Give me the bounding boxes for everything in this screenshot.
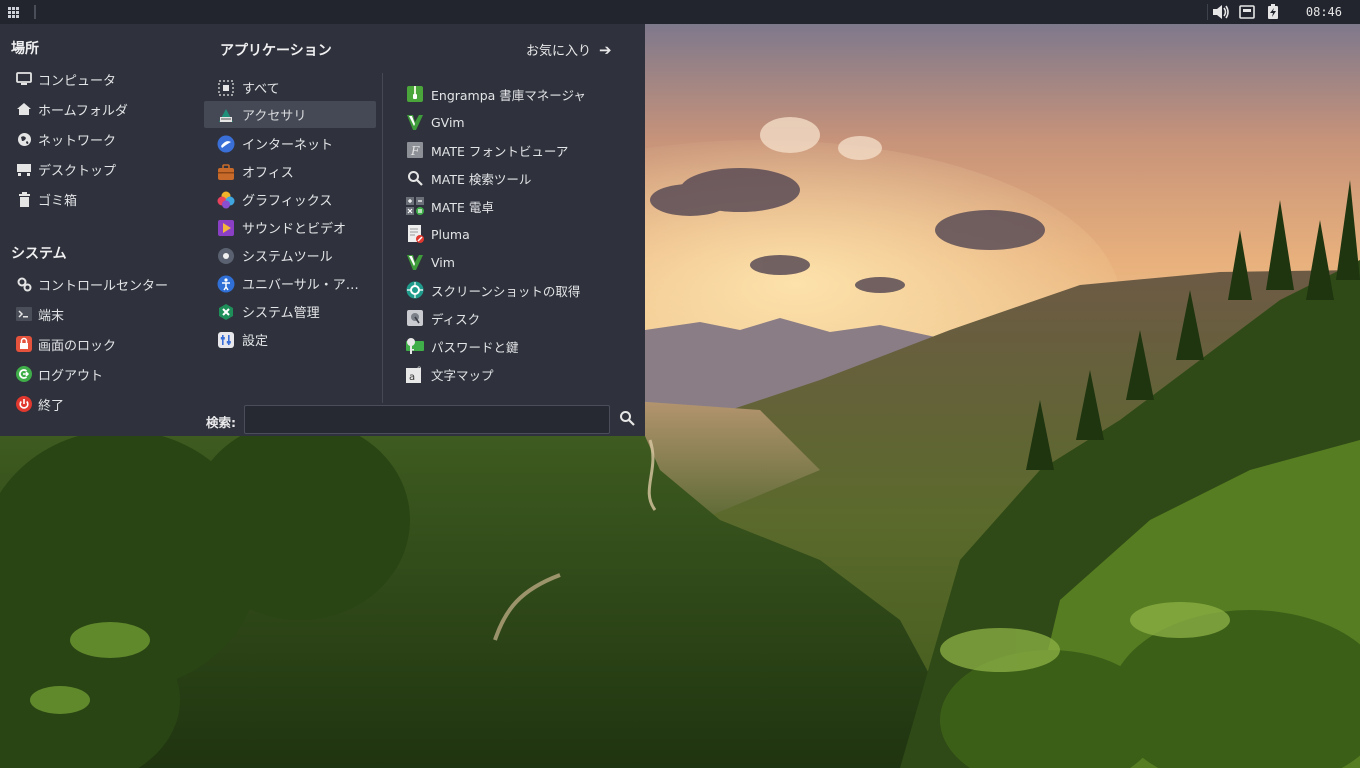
disks-icon xyxy=(406,309,424,327)
network-wired-icon[interactable] xyxy=(1234,0,1260,24)
universal-access-icon xyxy=(217,275,235,293)
arrow-right-icon: ➔ xyxy=(599,40,612,59)
panel-separator xyxy=(34,5,36,19)
place-home[interactable]: ホームフォルダ xyxy=(16,97,128,121)
battery-charging-icon[interactable] xyxy=(1260,0,1286,24)
application-menu: 場所 コンピュータ ホームフォルダ ネットワーク デスクトップ ゴミ箱 システム xyxy=(0,24,645,436)
app-search-tool[interactable]: MATE 検索ツール xyxy=(406,165,531,191)
top-panel: 08:46 xyxy=(0,0,1360,24)
search-label: 検索: xyxy=(206,415,236,430)
app-vim[interactable]: Vim xyxy=(406,249,455,275)
category-office[interactable]: オフィス xyxy=(204,158,376,185)
gvim-icon xyxy=(406,113,424,131)
category-all[interactable]: すべて xyxy=(204,74,376,101)
place-computer[interactable]: コンピュータ xyxy=(16,67,116,91)
text-editor-icon xyxy=(406,225,424,243)
favorites-link[interactable]: お気に入り ➔ xyxy=(526,40,612,60)
system-shutdown[interactable]: 終了 xyxy=(16,392,64,416)
place-desktop[interactable]: デスクトップ xyxy=(16,157,116,181)
system-logout[interactable]: ログアウト xyxy=(16,362,103,386)
category-internet[interactable]: インターネット xyxy=(204,130,376,157)
character-map-icon: aß xyxy=(406,365,424,383)
places-title: 場所 xyxy=(11,41,39,57)
trash-icon xyxy=(16,191,32,207)
office-icon xyxy=(217,163,235,181)
place-network[interactable]: ネットワーク xyxy=(16,127,116,151)
category-system-tools[interactable]: システムツール xyxy=(204,242,376,269)
sound-video-icon xyxy=(217,219,235,237)
svg-text:ß: ß xyxy=(417,366,422,374)
app-menu-button[interactable] xyxy=(0,0,26,24)
app-disks[interactable]: ディスク xyxy=(406,305,480,331)
category-preferences[interactable]: 設定 xyxy=(204,326,376,353)
category-accessories[interactable]: アクセサリ xyxy=(204,101,376,128)
app-engrampa[interactable]: Engrampa 書庫マネージャ xyxy=(406,81,586,107)
favorites-label: お気に入り xyxy=(526,44,592,59)
search-icon xyxy=(619,410,635,430)
menu-divider xyxy=(382,73,383,403)
logout-icon xyxy=(16,366,32,382)
category-graphics[interactable]: グラフィックス xyxy=(204,186,376,213)
app-pluma[interactable]: Pluma xyxy=(406,221,470,247)
desktop-icon xyxy=(16,161,32,177)
search-button[interactable] xyxy=(616,409,638,431)
accessories-icon xyxy=(217,106,235,124)
app-font-viewer[interactable]: F MATE フォントビューア xyxy=(406,137,568,163)
system-terminal[interactable]: 端末 xyxy=(16,302,64,326)
preferences-icon xyxy=(217,331,235,349)
control-center-icon xyxy=(16,276,32,292)
app-character-map[interactable]: aß 文字マップ xyxy=(406,361,494,387)
lock-icon xyxy=(16,336,32,352)
administration-icon xyxy=(217,303,235,321)
network-icon xyxy=(16,131,32,147)
archive-manager-icon xyxy=(406,85,424,103)
home-icon xyxy=(16,101,32,117)
svg-text:F: F xyxy=(410,144,420,158)
place-trash[interactable]: ゴミ箱 xyxy=(16,187,77,211)
system-title: システム xyxy=(11,246,67,262)
svg-text:a: a xyxy=(409,372,415,383)
system-tools-icon xyxy=(217,247,235,265)
grid-menu-icon xyxy=(7,6,19,18)
calculator-icon xyxy=(406,197,424,215)
category-universal-access[interactable]: ユニバーサル・ア… xyxy=(204,270,376,297)
app-screenshot[interactable]: スクリーンショットの取得 xyxy=(406,277,580,303)
terminal-icon xyxy=(16,306,32,322)
computer-icon xyxy=(16,71,32,87)
passwords-keys-icon xyxy=(406,337,424,355)
power-icon xyxy=(16,396,32,412)
volume-icon[interactable] xyxy=(1208,0,1234,24)
system-tray: 08:46 xyxy=(1206,0,1360,24)
app-gvim[interactable]: GVim xyxy=(406,109,465,135)
all-apps-icon xyxy=(217,79,235,97)
panel-clock[interactable]: 08:46 xyxy=(1286,5,1360,19)
internet-icon xyxy=(217,135,235,153)
category-sound-video[interactable]: サウンドとビデオ xyxy=(204,214,376,241)
font-viewer-icon: F xyxy=(406,141,424,159)
app-passwords-keys[interactable]: パスワードと鍵 xyxy=(406,333,519,359)
search-input[interactable] xyxy=(244,405,610,434)
system-control-center[interactable]: コントロールセンター xyxy=(16,272,168,296)
search-tool-icon xyxy=(406,169,424,187)
app-calculator[interactable]: MATE 電卓 xyxy=(406,193,494,219)
graphics-icon xyxy=(217,191,235,209)
screenshot-icon xyxy=(406,281,424,299)
system-lock-screen[interactable]: 画面のロック xyxy=(16,332,116,356)
category-administration[interactable]: システム管理 xyxy=(204,298,376,325)
applications-title: アプリケーション xyxy=(220,43,332,59)
vim-icon xyxy=(406,253,424,271)
